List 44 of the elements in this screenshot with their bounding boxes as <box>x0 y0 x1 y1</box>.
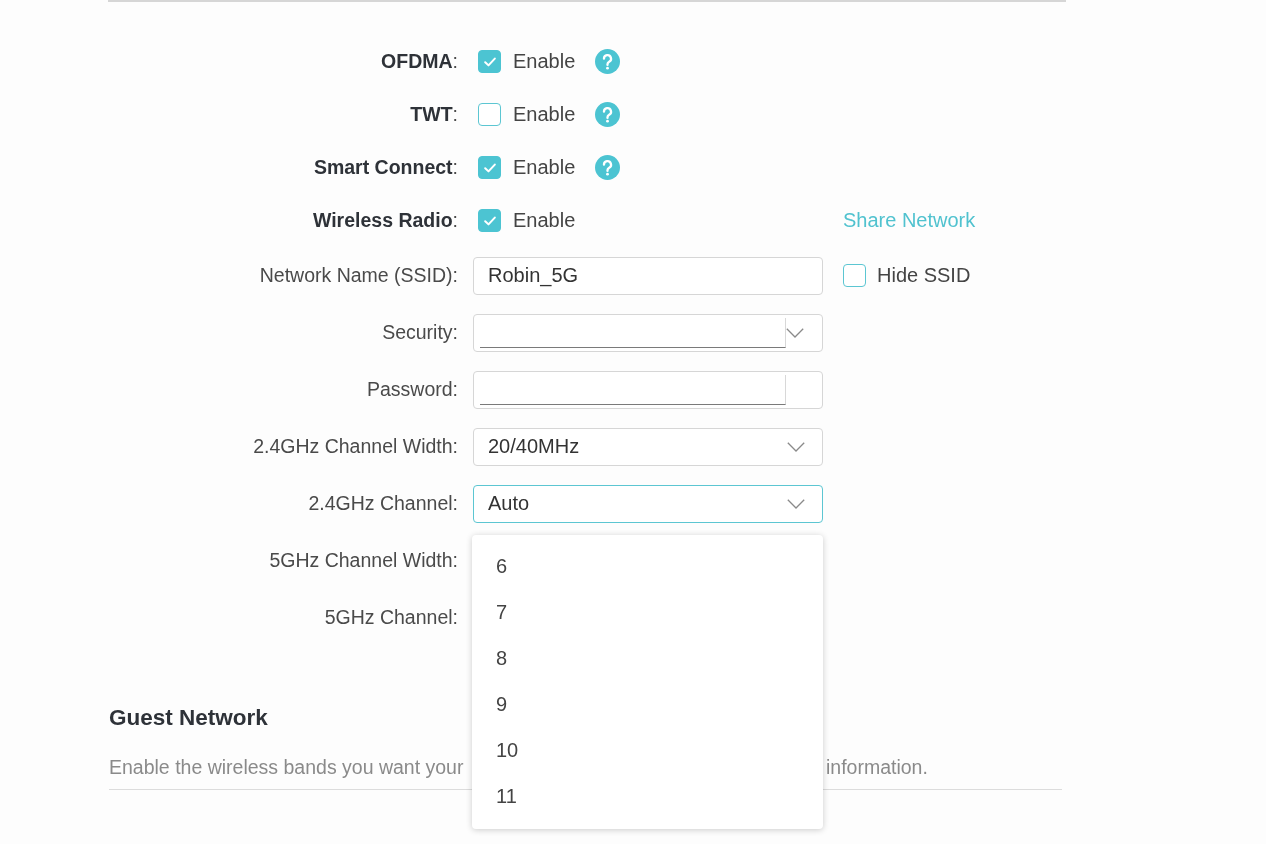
field-label: 2.4GHz Channel: <box>308 492 459 515</box>
help-icon[interactable] <box>595 155 621 180</box>
checkbox[interactable] <box>478 50 501 73</box>
field-label: 5GHz Channel Width: <box>269 549 459 572</box>
checkbox-label: Enable <box>513 103 576 126</box>
field-label: Smart Connect: <box>313 156 459 179</box>
check-icon <box>483 56 496 67</box>
dropdown-option[interactable]: 10 <box>472 727 823 774</box>
field-label: Network Name (SSID): <box>259 264 459 287</box>
field-label: TWT: <box>410 103 459 126</box>
help-icon[interactable] <box>595 102 621 127</box>
chevron-icon <box>787 498 805 509</box>
dropdown-option[interactable]: 9 <box>472 681 823 728</box>
chevron-icon <box>786 327 804 338</box>
field-label: 2.4GHz Channel Width: <box>253 435 459 458</box>
dropdown-select[interactable]: Auto <box>473 484 823 523</box>
dropdown-option[interactable]: 6 <box>472 543 823 590</box>
dropdown-option[interactable]: 7 <box>472 589 823 636</box>
field-label: Security: <box>382 321 459 344</box>
field-label: OFDMA: <box>381 50 459 73</box>
dropdown-option[interactable]: 8 <box>472 635 823 682</box>
checkbox-label: Enable <box>513 156 576 179</box>
password-field[interactable] <box>473 370 823 409</box>
help-icon[interactable] <box>595 49 621 74</box>
check-icon <box>483 215 496 226</box>
description-text: information. <box>826 756 928 778</box>
field-label: Password: <box>366 378 459 401</box>
dropdown-select[interactable]: 20/40MHz <box>473 427 823 466</box>
text-field[interactable]: Robin_5G <box>473 256 823 295</box>
checkbox-label: Enable <box>513 50 576 73</box>
field-label: 5GHz Channel: <box>324 606 459 629</box>
checkbox-label: Enable <box>513 209 576 232</box>
section-heading: Guest Network <box>109 705 269 731</box>
dropdown-option[interactable]: 11 <box>472 773 823 820</box>
checkbox-label: Hide SSID <box>877 264 971 287</box>
description-text: Enable the wireless bands you want your <box>109 756 464 778</box>
chevron-icon <box>787 441 805 452</box>
check-icon <box>483 162 496 173</box>
checkbox[interactable] <box>478 209 501 232</box>
dropdown-select[interactable] <box>473 313 823 352</box>
checkbox[interactable] <box>478 103 501 126</box>
field-label: Wireless Radio: <box>312 209 459 232</box>
checkbox[interactable] <box>843 264 866 287</box>
checkbox[interactable] <box>478 156 501 179</box>
